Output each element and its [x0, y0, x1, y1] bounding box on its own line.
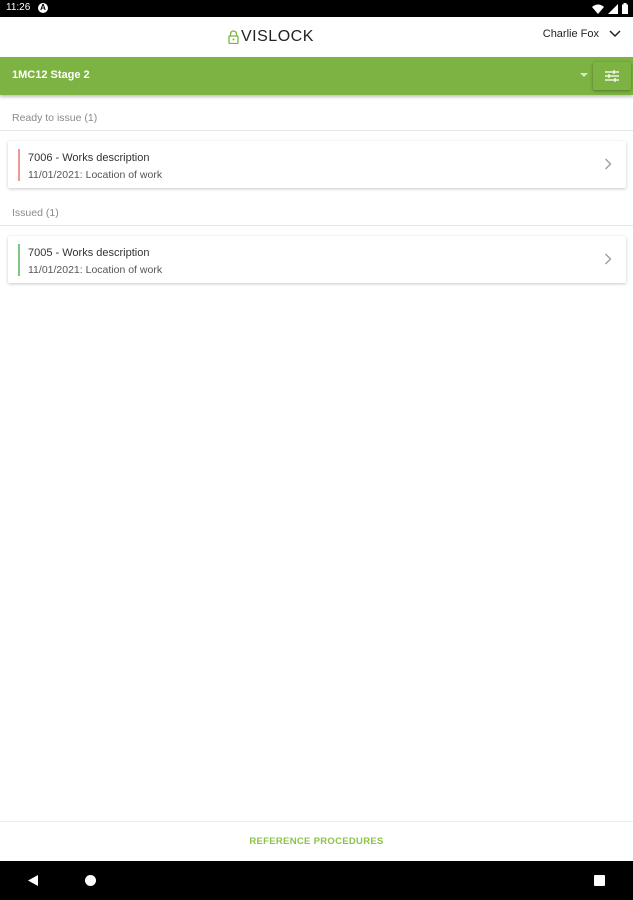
- back-icon[interactable]: [28, 875, 38, 886]
- project-selector[interactable]: 1MC12 Stage 2: [12, 69, 90, 81]
- a-circle-icon: A: [38, 3, 48, 13]
- logo-wordmark: VISLOCK: [241, 28, 314, 45]
- section-label-issued: Issued (1): [12, 207, 59, 219]
- status-indicator: [18, 149, 20, 181]
- sliders-icon: [605, 70, 619, 82]
- system-nav-bar: [0, 861, 633, 900]
- permit-subtitle: 11/01/2021: Location of work: [28, 264, 163, 276]
- permit-card-7006[interactable]: 7006 - Works description 11/01/2021: Loc…: [8, 141, 626, 188]
- chevron-down-icon: [609, 30, 621, 38]
- user-menu[interactable]: Charlie Fox: [543, 28, 621, 40]
- permit-subtitle: 11/01/2021: Location of work: [28, 169, 163, 181]
- dropdown-arrow-icon[interactable]: [580, 73, 588, 77]
- status-bar: 11:26 A: [0, 0, 633, 17]
- divider: [0, 225, 633, 226]
- filter-button[interactable]: [593, 62, 631, 90]
- battery-icon: [622, 3, 628, 14]
- status-time: 11:26: [6, 2, 31, 13]
- signal-icon: [608, 3, 618, 14]
- chevron-right-icon: [605, 253, 612, 265]
- home-icon[interactable]: [85, 875, 96, 886]
- section-label-ready: Ready to issue (1): [12, 112, 98, 124]
- divider: [0, 130, 633, 131]
- permit-title: 7005 - Works description: [28, 247, 150, 259]
- status-indicator: [18, 244, 20, 276]
- permit-card-7005[interactable]: 7005 - Works description 11/01/2021: Loc…: [8, 236, 626, 283]
- chevron-right-icon: [605, 158, 612, 170]
- app-logo: VISLOCK: [228, 27, 314, 47]
- footer: REFERENCE PROCEDURES: [0, 821, 633, 862]
- project-toolbar: 1MC12 Stage 2: [0, 57, 633, 95]
- user-name: Charlie Fox: [542, 28, 599, 40]
- wifi-icon: [592, 4, 604, 14]
- app-header: VISLOCK Charlie Fox: [0, 17, 633, 57]
- reference-procedures-button[interactable]: REFERENCE PROCEDURES: [0, 836, 633, 847]
- permit-title: 7006 - Works description: [28, 152, 150, 164]
- lock-icon: [228, 30, 239, 44]
- recents-icon[interactable]: [594, 875, 605, 886]
- system-icons: [592, 3, 628, 14]
